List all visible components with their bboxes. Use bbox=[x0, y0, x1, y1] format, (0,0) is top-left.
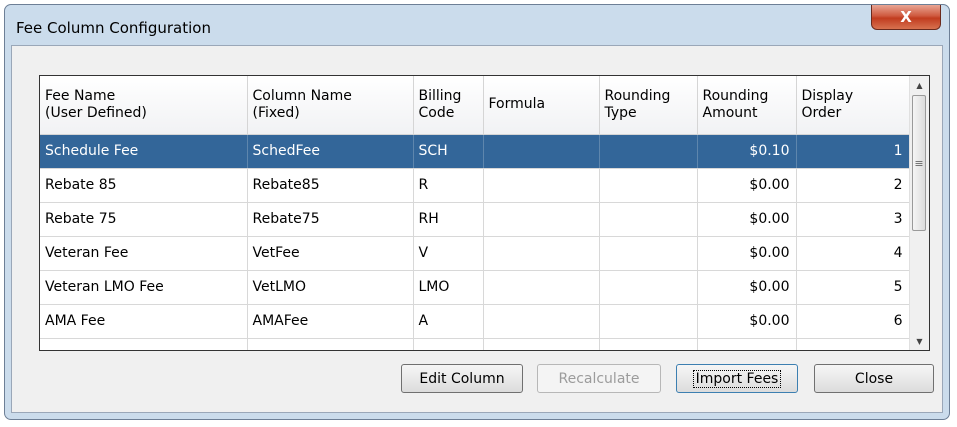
header-display-order[interactable]: Display Order bbox=[796, 76, 910, 135]
header-rounding-type[interactable]: Rounding Type bbox=[599, 76, 698, 135]
cell-display-order[interactable]: 6 bbox=[796, 304, 910, 339]
cell-display-order[interactable]: 1 bbox=[796, 134, 910, 169]
scroll-down-icon[interactable]: ▼ bbox=[910, 332, 929, 350]
cell-rounding-type[interactable] bbox=[599, 168, 698, 203]
cell-billing-code[interactable]: LMO bbox=[413, 270, 484, 305]
cell-rounding-amount[interactable]: $0.00 bbox=[697, 202, 797, 237]
cell-rounding-type[interactable] bbox=[599, 202, 698, 237]
import-fees-button[interactable]: Import Fees bbox=[676, 364, 798, 393]
cell-formula[interactable] bbox=[483, 304, 600, 339]
cell-display-order[interactable]: 4 bbox=[796, 236, 910, 271]
cell-rounding-amount[interactable]: $0.10 bbox=[697, 134, 797, 169]
cell-rounding-amount[interactable]: $0.00 bbox=[697, 304, 797, 339]
scroll-up-icon[interactable]: ▲ bbox=[910, 76, 929, 94]
header-rounding-amount[interactable]: Rounding Amount bbox=[697, 76, 797, 135]
table-row[interactable]: Veteran LMO Fee VetLMO LMO $0.00 5 bbox=[40, 270, 910, 305]
vertical-scrollbar[interactable]: ▲ ≡ ▼ bbox=[909, 76, 929, 350]
cell-fee-name[interactable]: Rebate 85 bbox=[40, 168, 248, 203]
edit-column-button[interactable]: Edit Column bbox=[401, 364, 523, 393]
cell-display-order[interactable]: 5 bbox=[796, 270, 910, 305]
cell-rounding-type[interactable] bbox=[599, 304, 698, 339]
cell-column-name[interactable]: AMAFee bbox=[247, 304, 414, 339]
cell-billing-code[interactable]: A bbox=[413, 304, 484, 339]
table-row[interactable]: AMA Fee AMAFee A $0.00 6 bbox=[40, 304, 910, 339]
header-billing-code[interactable]: Billing Code bbox=[413, 76, 484, 135]
table-row[interactable]: Rebate 85 Rebate85 R $0.00 2 bbox=[40, 168, 910, 203]
cell-billing-code[interactable]: R bbox=[413, 168, 484, 203]
header-formula[interactable]: Formula bbox=[483, 76, 600, 135]
cell-billing-code[interactable]: SCH bbox=[413, 134, 484, 169]
cell-rounding-amount[interactable]: $0.00 bbox=[697, 270, 797, 305]
cell-formula[interactable] bbox=[483, 270, 600, 305]
cell-rounding-amount[interactable]: $0.00 bbox=[697, 236, 797, 271]
cell-column-name[interactable]: VetLMO bbox=[247, 270, 414, 305]
title-bar[interactable]: Fee Column Configuration X bbox=[5, 5, 949, 41]
table-row[interactable]: Schedule Fee SchedFee SCH $0.10 1 bbox=[40, 134, 910, 169]
header-row: Fee Name (User Defined) Column Name (Fixed… bbox=[40, 76, 910, 135]
table-row-partial[interactable] bbox=[40, 338, 910, 350]
scroll-thumb[interactable]: ≡ bbox=[912, 95, 926, 231]
close-button[interactable]: Close bbox=[814, 364, 934, 393]
dialog-body: Fee Name (User Defined) Column Name (Fixed… bbox=[11, 45, 943, 413]
cell-fee-name[interactable]: Veteran LMO Fee bbox=[40, 270, 248, 305]
cell-display-order[interactable]: 2 bbox=[796, 168, 910, 203]
cell-rounding-amount[interactable]: $0.00 bbox=[697, 168, 797, 203]
cell-rounding-type[interactable] bbox=[599, 270, 698, 305]
close-icon: X bbox=[900, 8, 912, 26]
table-row[interactable]: Rebate 75 Rebate75 RH $0.00 3 bbox=[40, 202, 910, 237]
cell-column-name[interactable]: VetFee bbox=[247, 236, 414, 271]
dialog-window: Fee Column Configuration X Fee Name (User… bbox=[4, 4, 950, 420]
cell-fee-name[interactable]: Rebate 75 bbox=[40, 202, 248, 237]
cell-fee-name[interactable]: Schedule Fee bbox=[40, 134, 248, 169]
cell-column-name[interactable]: Rebate85 bbox=[247, 168, 414, 203]
cell-billing-code[interactable]: RH bbox=[413, 202, 484, 237]
cell-rounding-type[interactable] bbox=[599, 236, 698, 271]
header-column-name[interactable]: Column Name (Fixed) bbox=[247, 76, 414, 135]
cell-fee-name[interactable]: Veteran Fee bbox=[40, 236, 248, 271]
cell-formula[interactable] bbox=[483, 236, 600, 271]
cell-column-name[interactable]: Rebate75 bbox=[247, 202, 414, 237]
cell-fee-name[interactable]: AMA Fee bbox=[40, 304, 248, 339]
fee-grid: Fee Name (User Defined) Column Name (Fixed… bbox=[39, 75, 930, 351]
cell-formula[interactable] bbox=[483, 134, 600, 169]
header-fee-name[interactable]: Fee Name (User Defined) bbox=[40, 76, 248, 135]
table-row[interactable]: Veteran Fee VetFee V $0.00 4 bbox=[40, 236, 910, 271]
cell-formula[interactable] bbox=[483, 168, 600, 203]
cell-billing-code[interactable]: V bbox=[413, 236, 484, 271]
cell-formula[interactable] bbox=[483, 202, 600, 237]
grip-icon: ≡ bbox=[914, 156, 924, 170]
window-close-button[interactable]: X bbox=[871, 5, 941, 30]
cell-column-name[interactable]: SchedFee bbox=[247, 134, 414, 169]
window-title: Fee Column Configuration bbox=[16, 19, 211, 37]
cell-display-order[interactable]: 3 bbox=[796, 202, 910, 237]
fee-table: Fee Name (User Defined) Column Name (Fixed… bbox=[40, 76, 910, 350]
cell-rounding-type[interactable] bbox=[599, 134, 698, 169]
recalculate-button[interactable]: Recalculate bbox=[537, 364, 661, 393]
